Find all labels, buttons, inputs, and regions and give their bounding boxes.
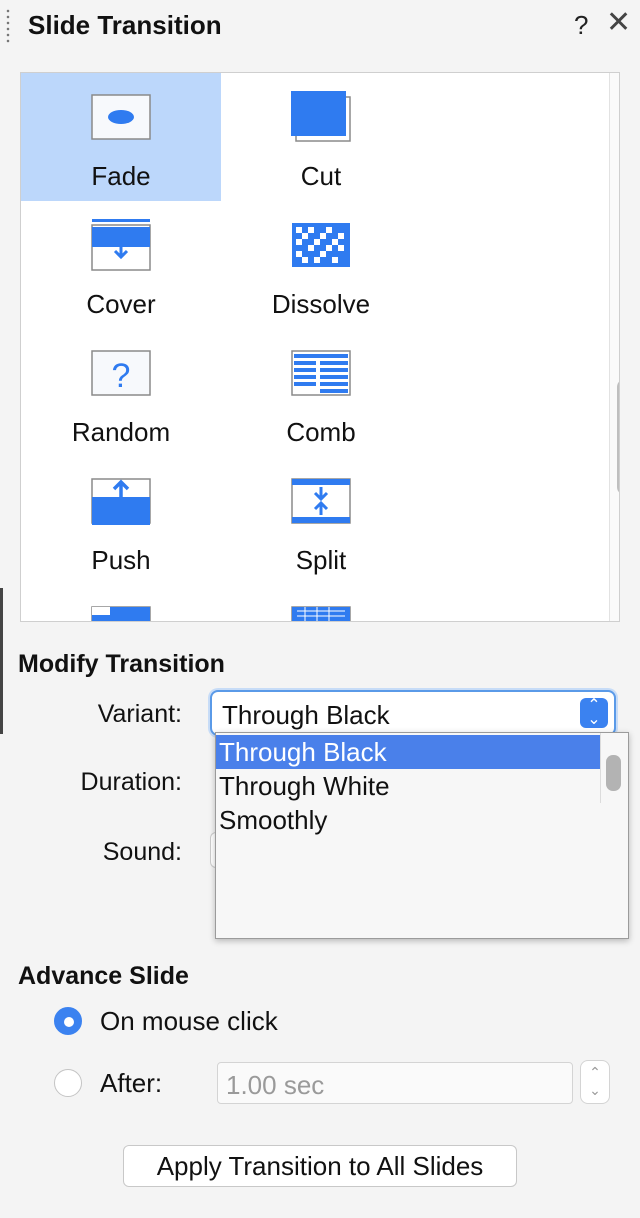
variant-dropdown-list[interactable]: Through Black Through White Smoothly bbox=[215, 732, 629, 939]
variant-label: Variant: bbox=[97, 700, 182, 728]
wipe-icon bbox=[91, 606, 151, 621]
sound-label: Sound: bbox=[102, 838, 182, 866]
gallery-scrollbar-thumb[interactable] bbox=[617, 379, 619, 495]
advance-slide-heading: Advance Slide bbox=[18, 962, 189, 990]
random-icon: ? bbox=[91, 350, 151, 396]
transition-partial-left[interactable] bbox=[21, 585, 221, 621]
variant-option-smoothly[interactable]: Smoothly bbox=[216, 803, 600, 837]
svg-text:?: ? bbox=[112, 357, 131, 395]
transition-partial-right[interactable] bbox=[221, 585, 421, 621]
gallery-scrollbar[interactable] bbox=[609, 73, 619, 621]
transition-label: Push bbox=[91, 545, 151, 575]
transition-label: Cut bbox=[300, 161, 342, 191]
cover-icon bbox=[91, 219, 151, 271]
transition-gallery: Fade Cut Cover Dissolve ? Random Comb Pu… bbox=[20, 72, 620, 622]
transition-fade[interactable]: Fade bbox=[21, 73, 221, 201]
apply-to-all-slides-button[interactable]: Apply Transition to All Slides bbox=[123, 1145, 517, 1187]
variant-select[interactable]: Through Black ⌃ ⌄ bbox=[210, 690, 616, 736]
transition-label: Split bbox=[295, 545, 347, 575]
dropdown-scrollbar[interactable] bbox=[600, 733, 628, 803]
close-button[interactable]: ✕ bbox=[606, 8, 631, 38]
on-mouse-click-radio[interactable] bbox=[54, 1007, 82, 1035]
transition-label: Dissolve bbox=[271, 289, 371, 319]
split-icon bbox=[291, 478, 351, 524]
on-mouse-click-label[interactable]: On mouse click bbox=[100, 1006, 278, 1037]
dissolve-icon bbox=[292, 223, 350, 267]
transition-label: Comb bbox=[286, 417, 356, 447]
variant-option-through-white[interactable]: Through White bbox=[216, 769, 600, 803]
dropdown-scrollbar-thumb[interactable] bbox=[606, 755, 621, 791]
help-button[interactable]: ? bbox=[574, 10, 588, 41]
duration-label: Duration: bbox=[80, 768, 182, 796]
transition-split[interactable]: Split bbox=[221, 457, 421, 585]
after-time-stepper[interactable]: ⌃ ⌄ bbox=[580, 1060, 610, 1104]
transition-random[interactable]: ? Random bbox=[21, 329, 221, 457]
transition-push[interactable]: Push bbox=[21, 457, 221, 585]
transition-label: Random bbox=[71, 417, 171, 447]
after-label[interactable]: After: bbox=[100, 1068, 162, 1099]
panel-title: Slide Transition bbox=[28, 10, 222, 40]
after-radio[interactable] bbox=[54, 1069, 82, 1097]
chevron-up-down-icon: ⌃ ⌄ bbox=[580, 698, 608, 728]
transition-dissolve[interactable]: Dissolve bbox=[221, 201, 421, 329]
transition-label: Fade bbox=[91, 161, 151, 191]
cut-icon bbox=[291, 91, 351, 142]
variant-option-through-black[interactable]: Through Black bbox=[216, 735, 600, 769]
transition-label: Cover bbox=[86, 289, 156, 319]
dock-divider[interactable] bbox=[0, 588, 3, 734]
panel-grip-handle[interactable] bbox=[6, 8, 10, 44]
wheel-icon bbox=[291, 606, 351, 621]
transition-comb[interactable]: Comb bbox=[221, 329, 421, 457]
modify-transition-heading: Modify Transition bbox=[18, 650, 225, 678]
after-time-input[interactable]: 1.00 sec bbox=[217, 1062, 573, 1104]
fade-icon bbox=[91, 94, 151, 140]
variant-selected-value: Through Black bbox=[222, 700, 390, 730]
push-icon bbox=[91, 478, 151, 525]
comb-icon bbox=[291, 350, 351, 396]
transition-cut[interactable]: Cut bbox=[221, 73, 421, 201]
transition-cover[interactable]: Cover bbox=[21, 201, 221, 329]
